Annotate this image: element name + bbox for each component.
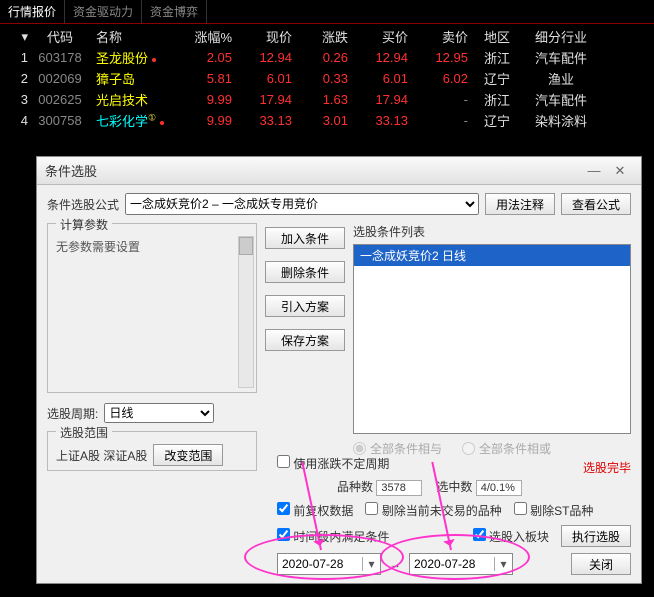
date-to-picker[interactable]: ▾ — [409, 553, 513, 575]
chevron-down-icon[interactable]: ▾ — [362, 557, 380, 571]
kinds-count: 3578 — [376, 480, 422, 496]
table-row[interactable]: 3002625光启技术9.9917.941.6317.94-浙江汽车配件 — [0, 89, 654, 110]
close-button[interactable]: 关闭 — [571, 553, 631, 575]
save-scheme-button[interactable]: 保存方案 — [265, 329, 345, 351]
chk-forward-adjust[interactable]: 前复权数据 — [277, 502, 353, 519]
range-text: 上证A股 深证A股 — [56, 447, 147, 464]
date-from-picker[interactable]: ▾ — [277, 553, 381, 575]
no-params-text: 无参数需要设置 — [56, 238, 248, 255]
chk-remove-st[interactable]: 剔除ST品种 — [514, 502, 594, 519]
table-row[interactable]: 2002069獐子岛5.816.010.336.016.02辽宁渔业 — [0, 68, 654, 89]
tab-quotes[interactable]: 行情报价 — [0, 0, 65, 23]
tab-capital-drive[interactable]: 资金驱动力 — [65, 0, 142, 23]
date-from-input[interactable] — [278, 557, 362, 571]
chevron-down-icon[interactable]: ▾ — [494, 557, 512, 571]
view-formula-button[interactable]: 查看公式 — [561, 193, 631, 215]
condition-list-label: 选股条件列表 — [353, 225, 425, 239]
condition-item[interactable]: 一念成妖竞价2 日线 — [354, 245, 630, 266]
usage-button[interactable]: 用法注释 — [485, 193, 555, 215]
dialog-titlebar[interactable]: 条件选股 — ✕ — [37, 157, 641, 185]
chk-into-block[interactable]: 选股入板块 — [473, 528, 549, 545]
grid-header: ▾ 代码 名称 涨幅% 现价 涨跌 买价 卖价 地区 细分行业 — [0, 26, 654, 47]
period-label: 选股周期: — [47, 405, 98, 422]
chk-remove-nontrading[interactable]: 剔除当前未交易的品种 — [365, 502, 501, 519]
close-icon[interactable]: ✕ — [607, 163, 633, 179]
minimize-icon[interactable]: — — [581, 163, 607, 178]
table-row[interactable]: 1603178圣龙股份2.0512.940.2612.9412.95浙江汽车配件 — [0, 47, 654, 68]
import-scheme-button[interactable]: 引入方案 — [265, 295, 345, 317]
selected-count: 4/0.1% — [476, 480, 522, 496]
run-button[interactable]: 执行选股 — [561, 525, 631, 547]
add-condition-button[interactable]: 加入条件 — [265, 227, 345, 249]
dialog-title: 条件选股 — [45, 161, 97, 180]
chk-time-range[interactable]: 时间段内满足条件 — [277, 528, 389, 545]
condition-picker-dialog: 条件选股 — ✕ 条件选股公式 一念成妖竞价2 – 一念成妖专用竞价 用法注释 … — [36, 156, 642, 584]
stock-grid: ▾ 代码 名称 涨幅% 现价 涨跌 买价 卖价 地区 细分行业 1603178圣… — [0, 26, 654, 131]
range-fieldset: 选股范围 上证A股 深证A股 改变范围 — [47, 431, 257, 471]
formula-label: 条件选股公式 — [47, 196, 119, 213]
date-to-input[interactable] — [410, 557, 494, 571]
table-row[interactable]: 4300758七彩化学①9.9933.133.0133.13-辽宁染料涂料 — [0, 110, 654, 131]
params-scrollbar[interactable] — [238, 236, 254, 388]
calc-params-fieldset: 计算参数 无参数需要设置 — [47, 223, 257, 393]
period-select[interactable]: 日线 — [104, 403, 214, 423]
formula-select[interactable]: 一念成妖竞价2 – 一念成妖专用竞价 — [125, 193, 479, 215]
delete-condition-button[interactable]: 删除条件 — [265, 261, 345, 283]
condition-listbox[interactable]: 一念成妖竞价2 日线 — [353, 244, 631, 434]
date-range-arrow: → — [389, 557, 401, 571]
change-range-button[interactable]: 改变范围 — [153, 444, 223, 466]
chk-variable-period[interactable]: 使用涨跌不定周期 — [277, 455, 389, 472]
tab-capital-game[interactable]: 资金博弈 — [142, 0, 207, 23]
